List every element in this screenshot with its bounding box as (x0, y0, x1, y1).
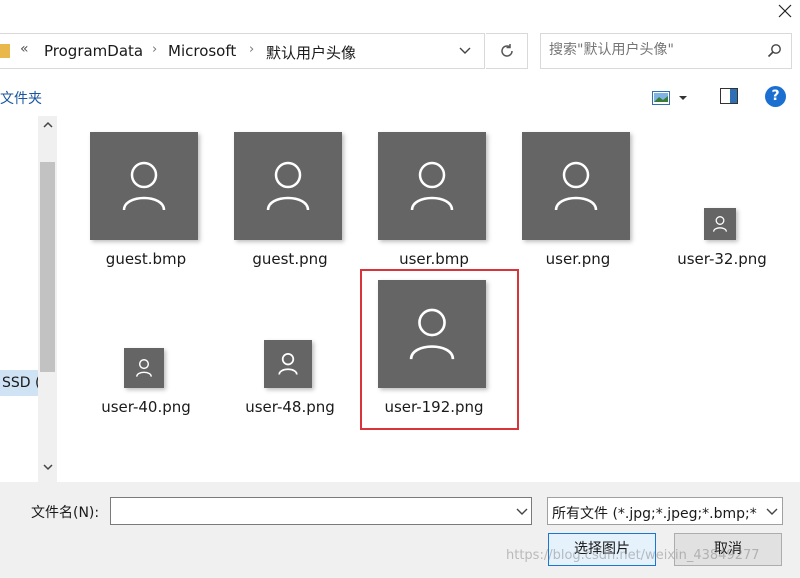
file-name: user-40.png (101, 398, 191, 416)
filetype-select[interactable]: 所有文件 (*.jpg;*.jpeg;*.bmp;* (547, 497, 783, 525)
user-avatar-icon (124, 348, 164, 388)
close-button[interactable] (770, 0, 800, 22)
user-avatar-icon (90, 132, 198, 240)
chevron-down-icon[interactable] (762, 498, 782, 524)
user-avatar-icon (234, 132, 342, 240)
scroll-up-arrow-icon[interactable] (38, 116, 57, 138)
file-name: user-48.png (245, 398, 335, 416)
cancel-button[interactable]: 取消 (674, 533, 782, 566)
change-view-button[interactable] (652, 88, 696, 108)
close-icon (778, 4, 792, 18)
help-button[interactable]: ? (765, 86, 786, 107)
filename-combobox[interactable] (110, 497, 532, 525)
refresh-button[interactable] (486, 33, 528, 69)
file-name: guest.png (252, 250, 328, 268)
user-avatar-icon (264, 340, 312, 388)
breadcrumb-current-folder[interactable]: 默认用户头像 (266, 42, 356, 63)
search-box[interactable] (540, 33, 792, 69)
breadcrumb-separator[interactable]: › (152, 42, 157, 57)
command-toolbar: 文件夹 ? (0, 78, 800, 116)
file-name: user-192.png (384, 398, 484, 416)
open-button[interactable]: 选择图片 (548, 533, 656, 566)
user-avatar-icon (378, 280, 486, 388)
chevron-down-icon[interactable] (516, 504, 528, 518)
chevron-down-icon[interactable] (458, 46, 472, 56)
address-bar[interactable]: « ProgramData › Microsoft › 默认用户头像 (0, 33, 485, 69)
file-name: user.bmp (399, 250, 469, 268)
preview-pane-icon[interactable] (720, 88, 738, 104)
nav-scrollbar[interactable] (38, 116, 57, 482)
nav-item-ssd-drive[interactable]: SSD ( (0, 370, 38, 396)
breadcrumb-programdata[interactable]: ProgramData (44, 42, 143, 60)
filename-label: 文件名(N): (31, 505, 100, 521)
file-list[interactable]: guest.bmp guest.png user.bmp user.png us… (57, 116, 800, 482)
view-icon (652, 91, 670, 105)
user-avatar-icon (378, 132, 486, 240)
breadcrumb-microsoft[interactable]: Microsoft (168, 42, 236, 60)
filename-field[interactable] (115, 502, 505, 518)
scroll-thumb[interactable] (40, 162, 55, 372)
folder-icon (0, 44, 10, 58)
file-dialog-footer: 文件名(N): 所有文件 (*.jpg;*.jpeg;*.bmp;* 选择图片 … (0, 482, 800, 578)
user-avatar-icon (704, 208, 736, 240)
breadcrumb-separator[interactable]: › (249, 42, 254, 57)
refresh-icon (500, 44, 513, 57)
filetype-value: 所有文件 (*.jpg;*.jpeg;*.bmp;* (552, 506, 757, 522)
user-avatar-icon (522, 132, 630, 240)
search-input[interactable] (549, 42, 759, 58)
overflow-chevron-icon[interactable]: « (20, 41, 29, 57)
file-name: guest.bmp (105, 250, 187, 268)
scroll-down-arrow-icon[interactable] (38, 458, 57, 480)
file-name: user.png (545, 250, 611, 268)
chevron-down-icon (679, 96, 687, 100)
new-folder-button[interactable]: 文件夹 (0, 88, 42, 108)
search-icon[interactable] (767, 43, 783, 59)
file-name: user-32.png (677, 250, 767, 268)
